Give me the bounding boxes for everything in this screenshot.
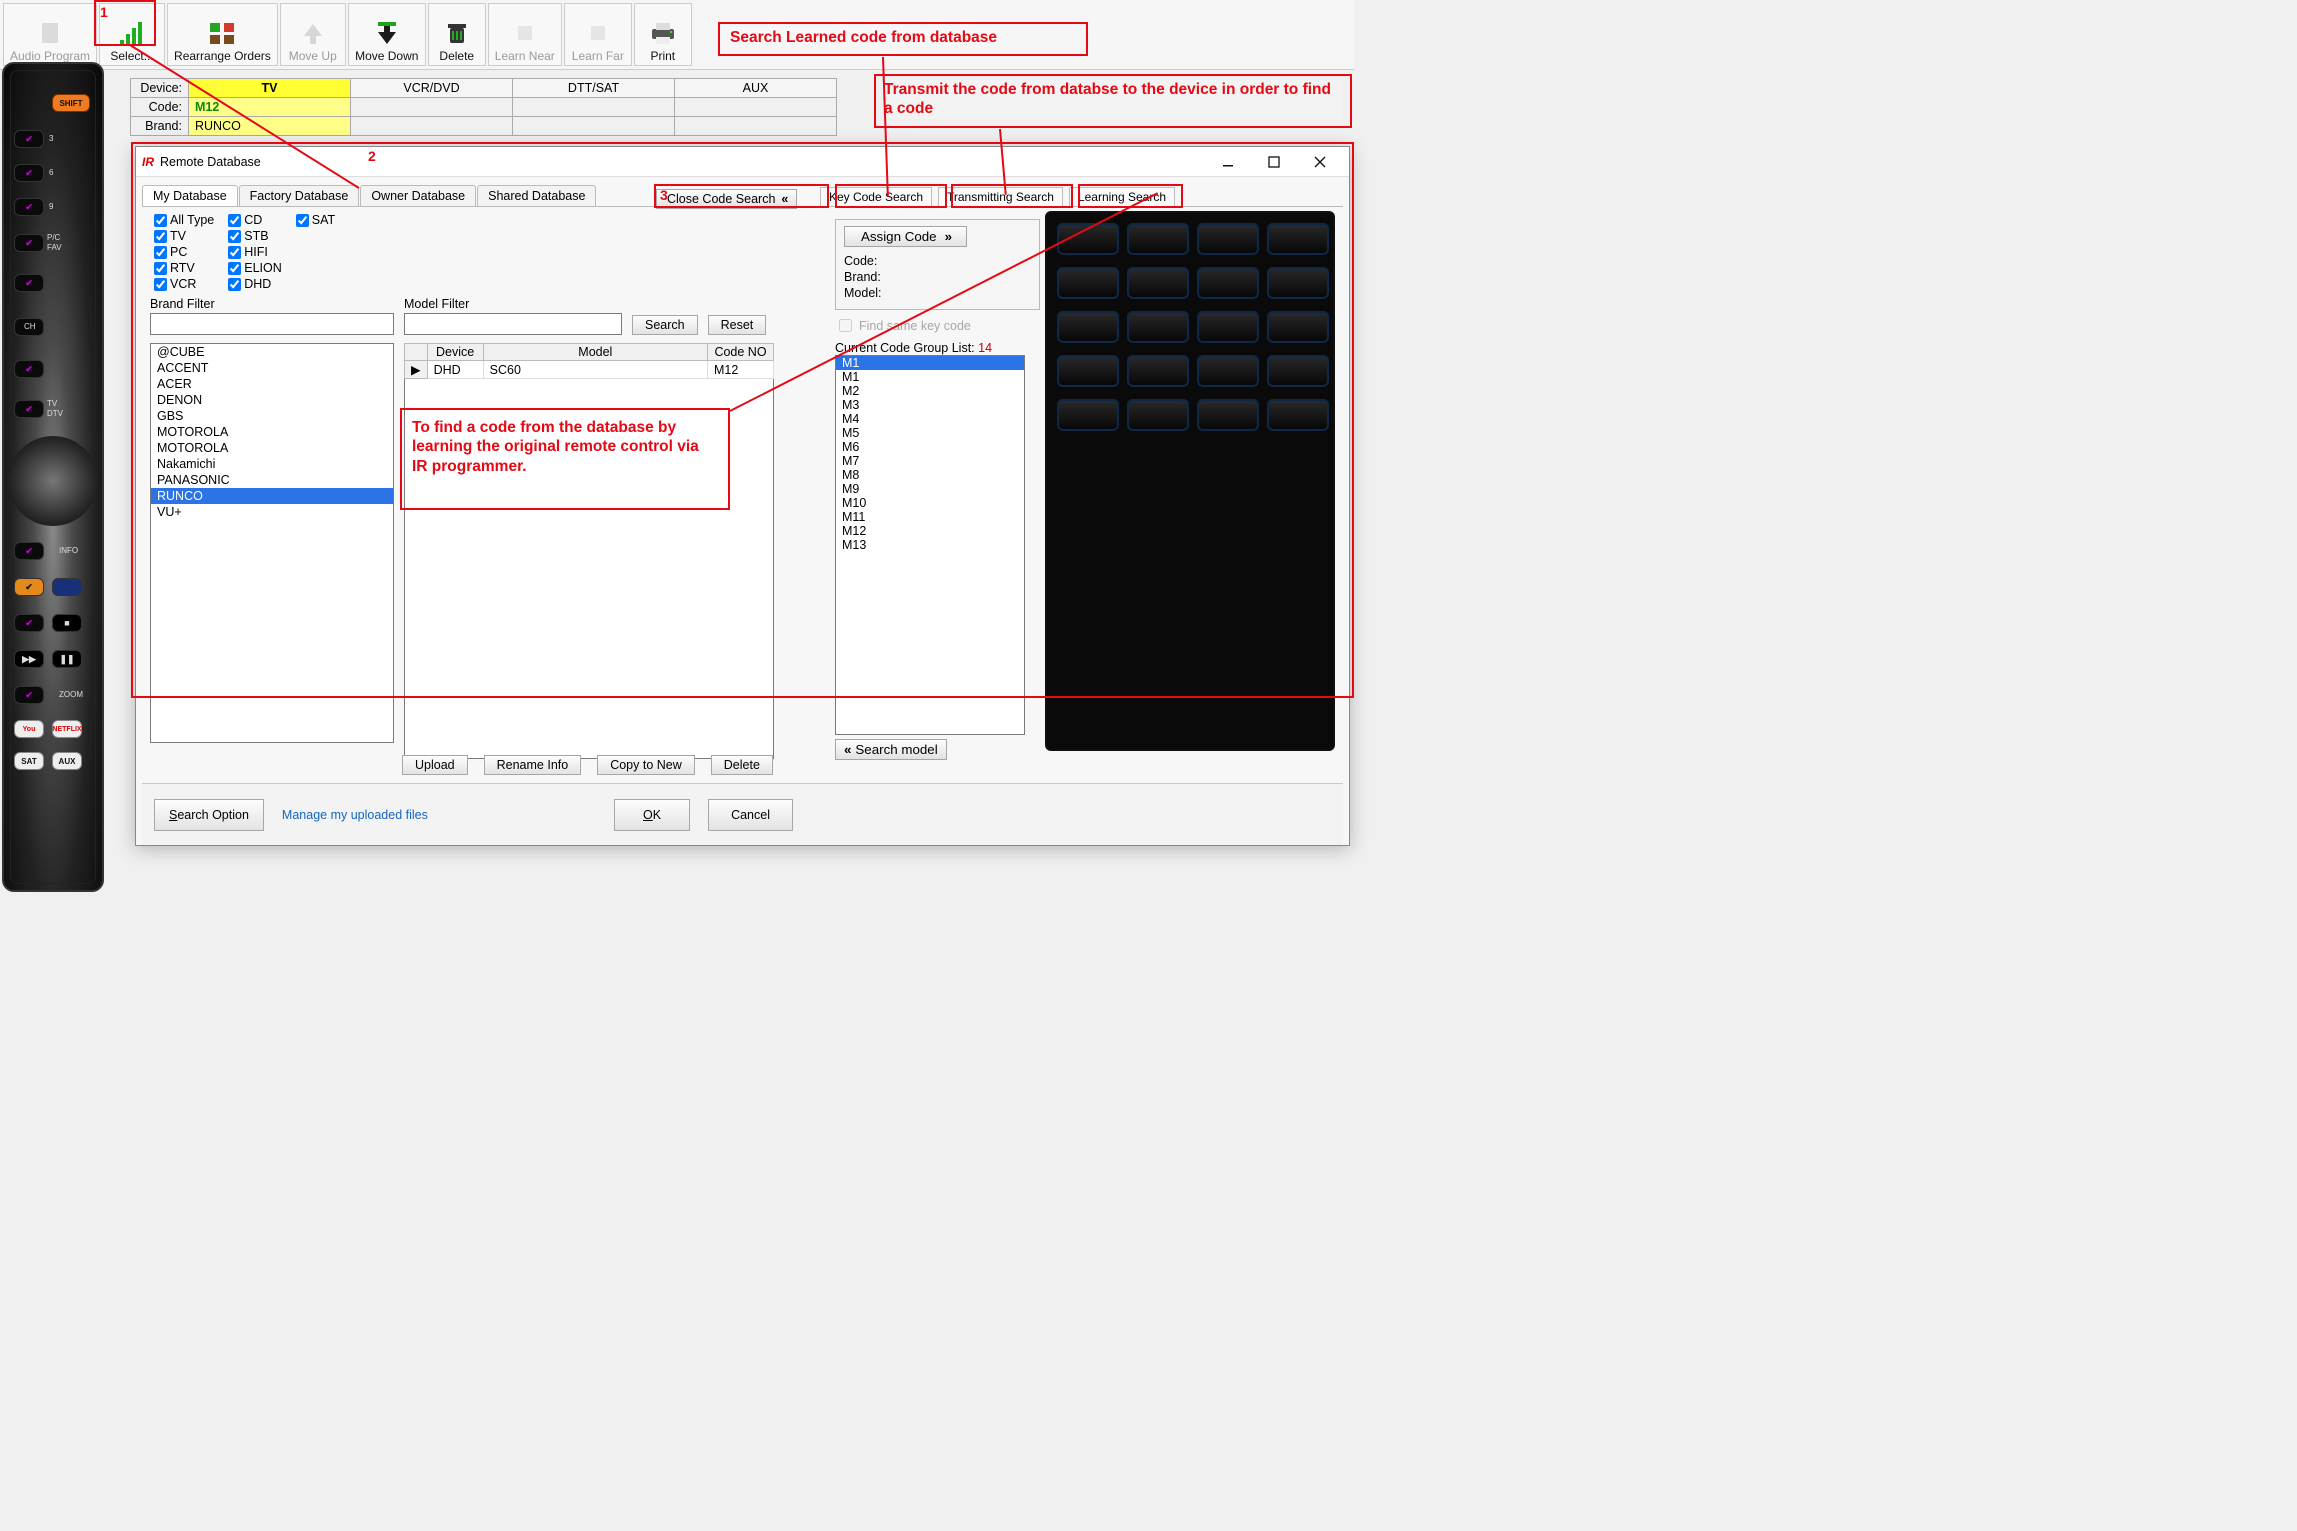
search-option-button[interactable]: Search Option <box>154 799 264 831</box>
code-value: M12 <box>189 98 351 117</box>
info: ✔INFO <box>14 542 44 560</box>
anno-box-transmit <box>951 184 1073 208</box>
num-3: ✔3 <box>14 130 44 148</box>
anno-find: To find a code from the database by lear… <box>412 418 718 476</box>
main-toolbar: Audio Program Select... Rearrange Orders… <box>0 0 1354 70</box>
ok-button[interactable]: OK <box>614 799 690 831</box>
ff: ▶▶ <box>14 650 44 668</box>
delete-button[interactable]: Delete <box>428 3 486 66</box>
tab-vcrdvd[interactable]: VCR/DVD <box>351 79 513 98</box>
print-button[interactable]: Print <box>634 3 692 66</box>
vol-dn: ✔ <box>14 360 44 378</box>
pause: ❚❚ <box>52 650 82 668</box>
rename-info-button[interactable]: Rename Info <box>484 755 582 775</box>
learn-far-button[interactable]: Learn Far <box>564 3 632 66</box>
tv-dtv: ✔TVDTV <box>14 400 44 418</box>
rec: ✔ <box>14 614 44 632</box>
device-label: Device: <box>131 79 189 98</box>
upload-button[interactable]: Upload <box>402 755 468 775</box>
anno-transmit: Transmit the code from databse to the de… <box>884 80 1342 119</box>
device-header-table: Device: TV VCR/DVD DTT/SAT AUX Code: M12… <box>130 78 837 136</box>
audio-program-button[interactable]: Audio Program <box>3 3 97 66</box>
anno-num-3: 3 <box>660 187 668 203</box>
aux: AUX <box>52 752 82 770</box>
num-9: ✔9 <box>14 198 44 216</box>
netflix: NETFLIX <box>52 720 82 738</box>
anno-box-3 <box>654 184 829 208</box>
rearrange-button[interactable]: Rearrange Orders <box>167 3 278 66</box>
chevrons-left-icon: « <box>844 742 849 757</box>
ch: CH <box>14 318 44 336</box>
vol-up: ✔ <box>14 274 44 292</box>
sat: SAT <box>14 752 44 770</box>
num-6: ✔6 <box>14 164 44 182</box>
blue <box>52 578 82 596</box>
anno-num-2: 2 <box>368 148 376 164</box>
brand-label: Brand: <box>131 117 189 136</box>
anno-box-keycode <box>835 184 947 208</box>
zoom: ✔ZOOM <box>14 686 44 704</box>
orange: ✔ <box>14 578 44 596</box>
learn-near-button[interactable]: Learn Near <box>488 3 562 66</box>
shift-key: SHIFT <box>52 94 90 112</box>
tab-aux[interactable]: AUX <box>675 79 837 98</box>
cancel-button[interactable]: Cancel <box>708 799 793 831</box>
code-label: Code: <box>131 98 189 117</box>
tab-dttsat[interactable]: DTT/SAT <box>513 79 675 98</box>
copy-to-new-button[interactable]: Copy to New <box>597 755 695 775</box>
anno-box-2 <box>131 142 1354 698</box>
stop: ■ <box>52 614 82 632</box>
tab-my-database[interactable]: My Database <box>142 185 238 206</box>
anno-learned: Search Learned code from database <box>730 28 997 47</box>
search-model-button[interactable]: « Search model <box>835 739 947 760</box>
move-up-button[interactable]: Move Up <box>280 3 346 66</box>
anno-num-1: 1 <box>100 4 108 20</box>
manage-uploads-link[interactable]: Manage my uploaded files <box>282 808 428 822</box>
pc-fav: ✔P/CFAV <box>14 234 44 252</box>
youtube: You <box>14 720 44 738</box>
delete-list-button[interactable]: Delete <box>711 755 773 775</box>
move-down-button[interactable]: Move Down <box>348 3 426 66</box>
left-remote-illustration: SHIFT ✔3 ✔6 ✔9 ✔P/CFAV ✔ CH ✔ ✔TVDTV ✔IN… <box>2 62 104 892</box>
